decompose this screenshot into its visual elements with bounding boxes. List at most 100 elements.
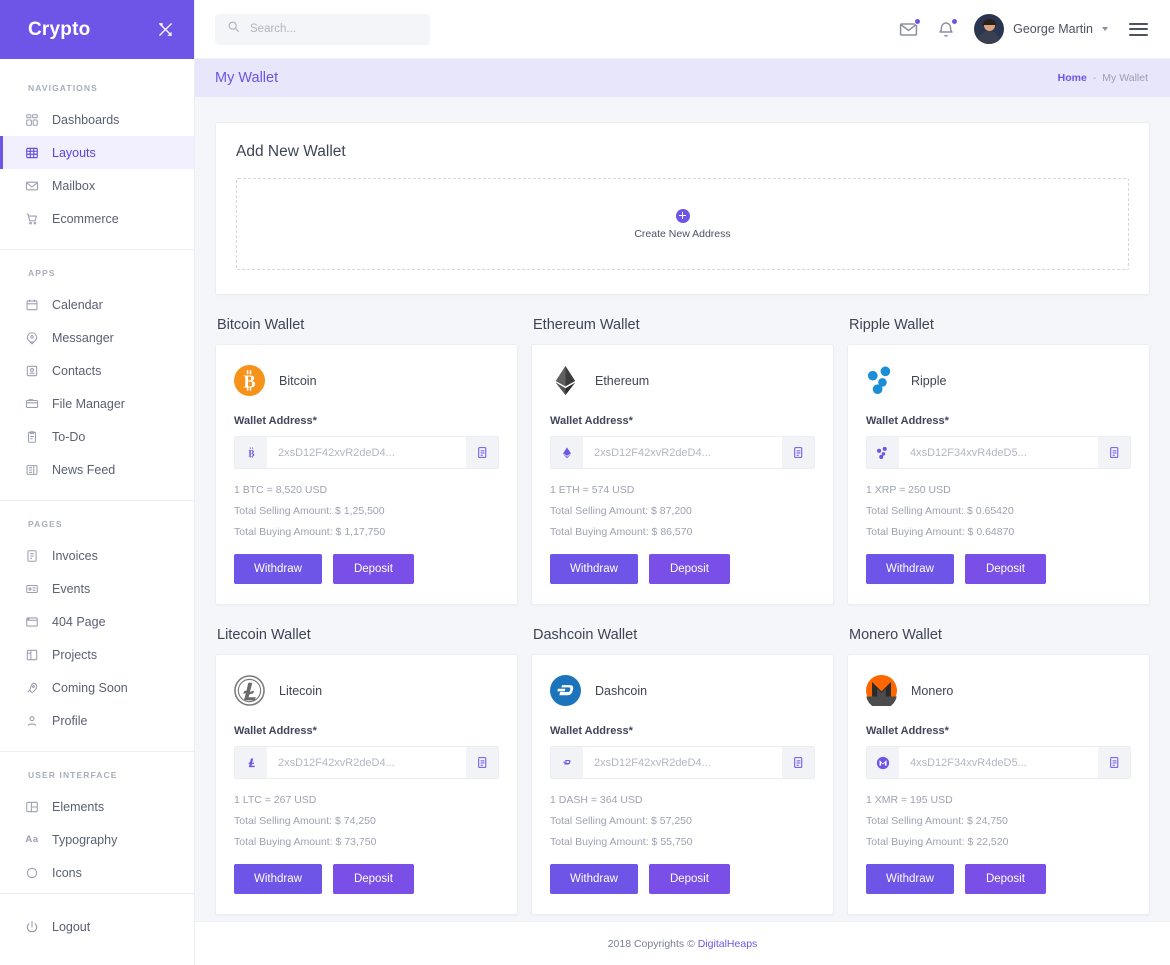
sidebar-group-title: USER INTERFACE <box>28 770 118 780</box>
copy-document-icon[interactable] <box>466 436 499 469</box>
deposit-button[interactable]: Deposit <box>964 864 1046 894</box>
clipboard-icon <box>24 429 40 445</box>
sidebar-item-404-page[interactable]: 404 Page <box>0 605 194 638</box>
deposit-button[interactable]: Deposit <box>648 554 730 584</box>
coin-row: Ethereum <box>550 365 815 396</box>
sidebar-item-file-manager[interactable]: File Manager <box>0 387 194 420</box>
user-menu[interactable]: George Martin <box>974 14 1108 44</box>
sidebar-item-label: Events <box>52 581 91 596</box>
withdraw-button[interactable]: Withdraw <box>866 864 954 894</box>
search-box[interactable] <box>215 13 430 45</box>
breadcrumb-home[interactable]: Home <box>1058 72 1087 84</box>
exchange-rate: 1 BTC = 8,520 USD <box>234 484 328 496</box>
ethereum-logo-icon <box>550 365 581 396</box>
wallet-address-input[interactable] <box>899 436 1098 469</box>
coin-prefix-icon <box>234 746 267 779</box>
wallet-address-input[interactable] <box>583 436 782 469</box>
sidebar-item-label: Calendar <box>52 297 103 312</box>
coin-row: Monero <box>866 675 1131 710</box>
sidebar-item-messanger[interactable]: Messanger <box>0 321 194 354</box>
sidebar-item-layouts[interactable]: Layouts <box>0 136 194 169</box>
footer: 2018 Copyrights © DigitalHeaps <box>195 921 1170 965</box>
sidebar-item-coming-soon[interactable]: Coming Soon <box>0 671 194 704</box>
wallet-actions: Withdraw Deposit <box>550 864 815 894</box>
wallet-heading: Bitcoin Wallet <box>217 317 305 333</box>
wallet-address-input[interactable] <box>899 746 1098 779</box>
total-buying-amount: Total Buying Amount: $ 0.64870 <box>866 526 1015 538</box>
wallet-heading: Ripple Wallet <box>849 317 934 333</box>
wallet-column: Litecoin Wallet Litecoin Wallet Address* 1 … <box>215 627 518 921</box>
search-input[interactable] <box>250 23 418 35</box>
sidebar-item-calendar[interactable]: Calendar <box>0 288 194 321</box>
sidebar-item-news-feed[interactable]: News Feed <box>0 453 194 486</box>
coin-row: Litecoin <box>234 675 499 706</box>
sidebar-item-tables[interactable]: Tables <box>0 889 194 893</box>
withdraw-button[interactable]: Withdraw <box>866 554 954 584</box>
deposit-button[interactable]: Deposit <box>648 864 730 894</box>
sidebar-item-typography[interactable]: Aa Typography <box>0 823 194 856</box>
sidebar-item-invoices[interactable]: Invoices <box>0 539 194 572</box>
brand-name: Crypto <box>28 18 91 40</box>
withdraw-button[interactable]: Withdraw <box>234 864 322 894</box>
copy-document-icon[interactable] <box>782 746 815 779</box>
sidebar-item-icons[interactable]: Icons <box>0 856 194 889</box>
sidebar-item-mailbox[interactable]: Mailbox <box>0 169 194 202</box>
copy-document-icon[interactable] <box>1098 746 1131 779</box>
exchange-rate: 1 XRP = 250 USD <box>866 484 951 496</box>
sidebar-item-profile[interactable]: Profile <box>0 704 194 737</box>
withdraw-button[interactable]: Withdraw <box>550 554 638 584</box>
contact-card-icon <box>24 363 40 379</box>
wallet-address-input[interactable] <box>267 746 466 779</box>
hamburger-icon[interactable] <box>1129 22 1148 36</box>
sidebar-group-title: NAVIGATIONS <box>28 83 98 93</box>
total-selling-amount: Total Selling Amount: $ 87,200 <box>550 505 692 517</box>
create-new-address-dropzone[interactable]: Create New Address <box>236 178 1129 270</box>
sidebar-item-logout[interactable]: Logout <box>0 910 194 943</box>
wallet-address-label: Wallet Address* <box>234 415 317 427</box>
wallet-address-label: Wallet Address* <box>234 725 317 737</box>
wallet-card: Dashcoin Wallet Address* 1 DASH = 364 USD T… <box>531 654 834 915</box>
sidebar-item-label: Ecommerce <box>52 211 119 226</box>
coin-row: Ripple <box>866 365 1131 396</box>
svg-text:B: B <box>248 448 254 458</box>
sidebar-item-to-do[interactable]: To-Do <box>0 420 194 453</box>
sidebar-item-events[interactable]: Events <box>0 572 194 605</box>
copy-document-icon[interactable] <box>1098 436 1131 469</box>
search-icon <box>227 20 240 38</box>
total-buying-amount: Total Buying Amount: $ 73,750 <box>234 836 377 848</box>
wallet-card: Ripple Wallet Address* 1 XRP = 250 USD Tota… <box>847 344 1150 605</box>
withdraw-button[interactable]: Withdraw <box>550 864 638 894</box>
wallet-column: Dashcoin Wallet Dashcoin Wallet Address* 1 … <box>531 627 834 921</box>
wallet-address-group: B <box>234 436 499 469</box>
wallet-card: B Bitcoin Wallet Address* B 1 BTC = 8,520 US… <box>215 344 518 605</box>
sidebar-item-dashboards[interactable]: Dashboards <box>0 103 194 136</box>
envelope-icon <box>24 178 40 194</box>
wallet-address-input[interactable] <box>583 746 782 779</box>
withdraw-button[interactable]: Withdraw <box>234 554 322 584</box>
footer-brand-link[interactable]: DigitalHeaps <box>698 938 758 950</box>
deposit-button[interactable]: Deposit <box>332 864 414 894</box>
user-name: George Martin <box>1013 22 1093 36</box>
copy-document-icon[interactable] <box>782 436 815 469</box>
sidebar-item-projects[interactable]: Projects <box>0 638 194 671</box>
avatar <box>974 14 1005 44</box>
sidebar-item-label: Coming Soon <box>52 680 128 695</box>
deposit-button[interactable]: Deposit <box>332 554 414 584</box>
messages-button[interactable] <box>899 17 922 39</box>
sidebar-item-elements[interactable]: Elements <box>0 790 194 823</box>
cart-icon <box>24 211 40 227</box>
notifications-button[interactable] <box>937 18 959 38</box>
event-ticket-icon <box>24 581 40 597</box>
wallet-actions: Withdraw Deposit <box>550 554 815 584</box>
sidebar-item-label: File Manager <box>52 396 125 411</box>
deposit-button[interactable]: Deposit <box>964 554 1046 584</box>
wallet-column: Bitcoin Wallet B Bitcoin Wallet Address* B 1 … <box>215 317 518 625</box>
wallet-card: Ethereum Wallet Address* 1 ETH = 574 USD To… <box>531 344 834 605</box>
sidebar-item-contacts[interactable]: Contacts <box>0 354 194 387</box>
wallet-actions: Withdraw Deposit <box>866 864 1131 894</box>
sidebar-item-label: To-Do <box>52 429 86 444</box>
wrench-screwdriver-icon[interactable] <box>157 21 174 38</box>
sidebar-item-ecommerce[interactable]: Ecommerce <box>0 202 194 235</box>
copy-document-icon[interactable] <box>466 746 499 779</box>
wallet-address-input[interactable] <box>267 436 466 469</box>
